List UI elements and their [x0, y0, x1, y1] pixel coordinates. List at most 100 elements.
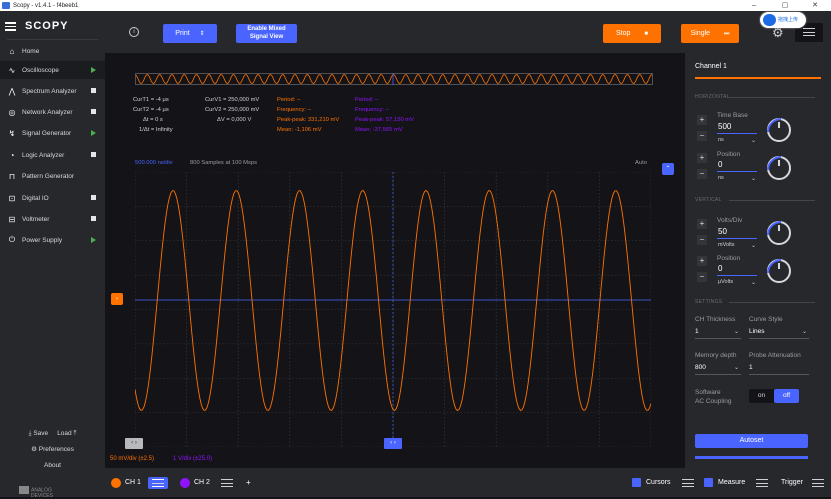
ch1-menu-button[interactable] [148, 477, 168, 489]
sidebar-item-label: Digital IO [22, 194, 49, 202]
print-label: Print [175, 30, 190, 37]
trigger-menu-icon[interactable] [812, 479, 824, 487]
ac-coupling-toggle[interactable]: on off [749, 389, 799, 403]
sidebar-item-signal-generator[interactable]: ↯ Signal Generator [0, 124, 105, 142]
chevron-down-icon[interactable]: ⌄ [802, 328, 807, 335]
ch2-peak-peak: Peak-peak: 57,150 mV [355, 117, 414, 123]
v-position-value[interactable]: 0 [718, 264, 722, 273]
chevron-down-icon[interactable]: ⌄ [751, 137, 756, 144]
volts-div-knob[interactable] [767, 221, 791, 245]
ch2-label[interactable]: CH 2 [194, 478, 210, 488]
volts-div-value[interactable]: 50 [718, 227, 727, 236]
toggle-on-option[interactable]: on [749, 389, 774, 403]
print-button[interactable]: Print ⇕ [163, 24, 217, 43]
v-position-decrement-button[interactable]: − [697, 272, 707, 282]
cursors-menu-icon[interactable] [682, 479, 694, 487]
chevron-down-icon[interactable]: ⌄ [751, 279, 756, 286]
inv-delta-t: 1/Δt = Infinity [139, 127, 173, 133]
time-base-knob[interactable] [767, 118, 791, 142]
overview-strip[interactable] [135, 73, 653, 85]
time-base-decrement-button[interactable]: − [697, 131, 707, 141]
v-position-knob[interactable] [767, 259, 791, 283]
add-channel-button[interactable]: + [246, 478, 251, 488]
single-step-icon: ⏭ [724, 31, 730, 37]
menu-toggle-icon[interactable] [5, 21, 16, 31]
h-position-decrement-button[interactable]: − [697, 169, 707, 179]
save-button[interactable]: ⤓ Save [29, 430, 49, 437]
memory-depth-label: Memory depth [695, 352, 737, 359]
sidebar-item-digital-io[interactable]: ⊡ Digital IO [0, 189, 105, 207]
sidebar-item-home[interactable]: ⌂ Home [0, 42, 105, 60]
probe-attenuation-underline [749, 374, 809, 375]
volts-div-decrement-button[interactable]: − [697, 235, 707, 245]
cur-v1: CurV1 = 250,000 mV [205, 97, 260, 103]
sidebar-item-label: Power Supply [22, 236, 63, 244]
minimize-button[interactable]: – [740, 0, 768, 11]
network-icon: ◎ [8, 107, 16, 117]
v-position-unit[interactable]: μVolts [718, 279, 733, 285]
load-button[interactable]: Load ⤒ [57, 430, 76, 437]
panel-title: Channel 1 [695, 63, 727, 70]
h-position-knob[interactable] [767, 156, 791, 180]
trigger-level-handle[interactable]: ⌃ [662, 163, 674, 175]
probe-attenuation-input[interactable]: 1 [749, 364, 753, 371]
upload-badge[interactable]: 拖拽上传 [760, 12, 806, 28]
stop-button[interactable]: Stop ■ [603, 24, 661, 43]
sidebar-item-oscilloscope[interactable]: ∿ Oscilloscope [0, 61, 105, 79]
measure-checkbox[interactable] [704, 478, 713, 487]
close-button[interactable]: ✕ [801, 0, 829, 11]
h-position-unit[interactable]: ns [718, 175, 724, 181]
time-base-underline [717, 133, 757, 134]
chevron-down-icon[interactable]: ⌄ [751, 175, 756, 182]
about-button[interactable]: About [0, 462, 105, 469]
sidebar-item-spectrum-analyzer[interactable]: ⋀ Spectrum Analyzer [0, 82, 105, 100]
ch1-offset-handle[interactable]: › [111, 293, 123, 305]
chevron-down-icon[interactable]: ⌄ [751, 242, 756, 249]
oscilloscope-icon: ∿ [8, 65, 16, 75]
preferences-button[interactable]: ⚙ Preferences [0, 445, 105, 453]
measure-menu-icon[interactable] [756, 479, 768, 487]
sidebar-item-voltmeter[interactable]: ⊟ Voltmeter [0, 210, 105, 228]
ch-thickness-select[interactable]: 1 [695, 328, 699, 335]
preferences-label: Preferences [38, 446, 74, 453]
ch1-label[interactable]: CH 1 [125, 478, 141, 488]
volts-div-increment-button[interactable]: + [697, 219, 707, 229]
v-position-increment-button[interactable]: + [697, 256, 707, 266]
autoset-button[interactable]: Autoset [695, 434, 808, 448]
sidebar-item-label: Voltmeter [22, 215, 50, 223]
h-position-value[interactable]: 0 [718, 160, 722, 169]
volts-div-underline [717, 238, 757, 239]
ch1-scale-label: 50 mV/div (±2.5) [110, 456, 154, 462]
timebase-label: 500.000 ns/div [135, 160, 173, 166]
curve-style-select[interactable]: Lines [749, 328, 765, 335]
h-position-increment-button[interactable]: + [697, 153, 707, 163]
cursors-checkbox[interactable] [632, 478, 641, 487]
time-base-value[interactable]: 500 [718, 122, 731, 131]
time-base-unit[interactable]: ns [718, 137, 724, 143]
chevron-down-icon[interactable]: ⌄ [734, 364, 739, 371]
curve-style-underline [749, 338, 809, 339]
app-icon [2, 2, 10, 9]
sidebar-item-network-analyzer[interactable]: ◎ Network Analyzer [0, 103, 105, 121]
maximize-button[interactable]: ▢ [771, 0, 799, 11]
horizontal-scroll-handle[interactable]: ‹ › [125, 438, 143, 449]
single-button[interactable]: Single ⏭ [681, 24, 739, 43]
ch2-color-dot[interactable] [180, 478, 190, 488]
enable-mixed-signal-view-button[interactable]: Enable Mixed Signal View [236, 24, 297, 43]
hamburger-icon [803, 28, 815, 36]
sidebar-item-logic-analyzer[interactable]: ◔ Logic Analyzer [0, 146, 105, 164]
time-base-increment-button[interactable]: + [697, 115, 707, 125]
info-icon[interactable]: i [129, 27, 139, 37]
sidebar-item-pattern-generator[interactable]: ⊓ Pattern Generator [0, 167, 105, 185]
running-status-icon [91, 130, 96, 136]
toggle-off-option[interactable]: off [774, 389, 799, 403]
memory-depth-select[interactable]: 800 [695, 364, 706, 371]
trigger-position-handle[interactable]: ‹ › [384, 438, 402, 449]
ch1-color-dot[interactable] [111, 478, 121, 488]
ch2-menu-icon[interactable] [221, 479, 233, 487]
power-supply-icon: ⏻ [8, 235, 16, 244]
chevron-down-icon[interactable]: ⌄ [734, 328, 739, 335]
volts-div-unit[interactable]: mVolts [718, 242, 735, 248]
save-icon: ⤓ [28, 430, 32, 437]
sidebar-item-power-supply[interactable]: ⏻ Power Supply [0, 231, 105, 249]
